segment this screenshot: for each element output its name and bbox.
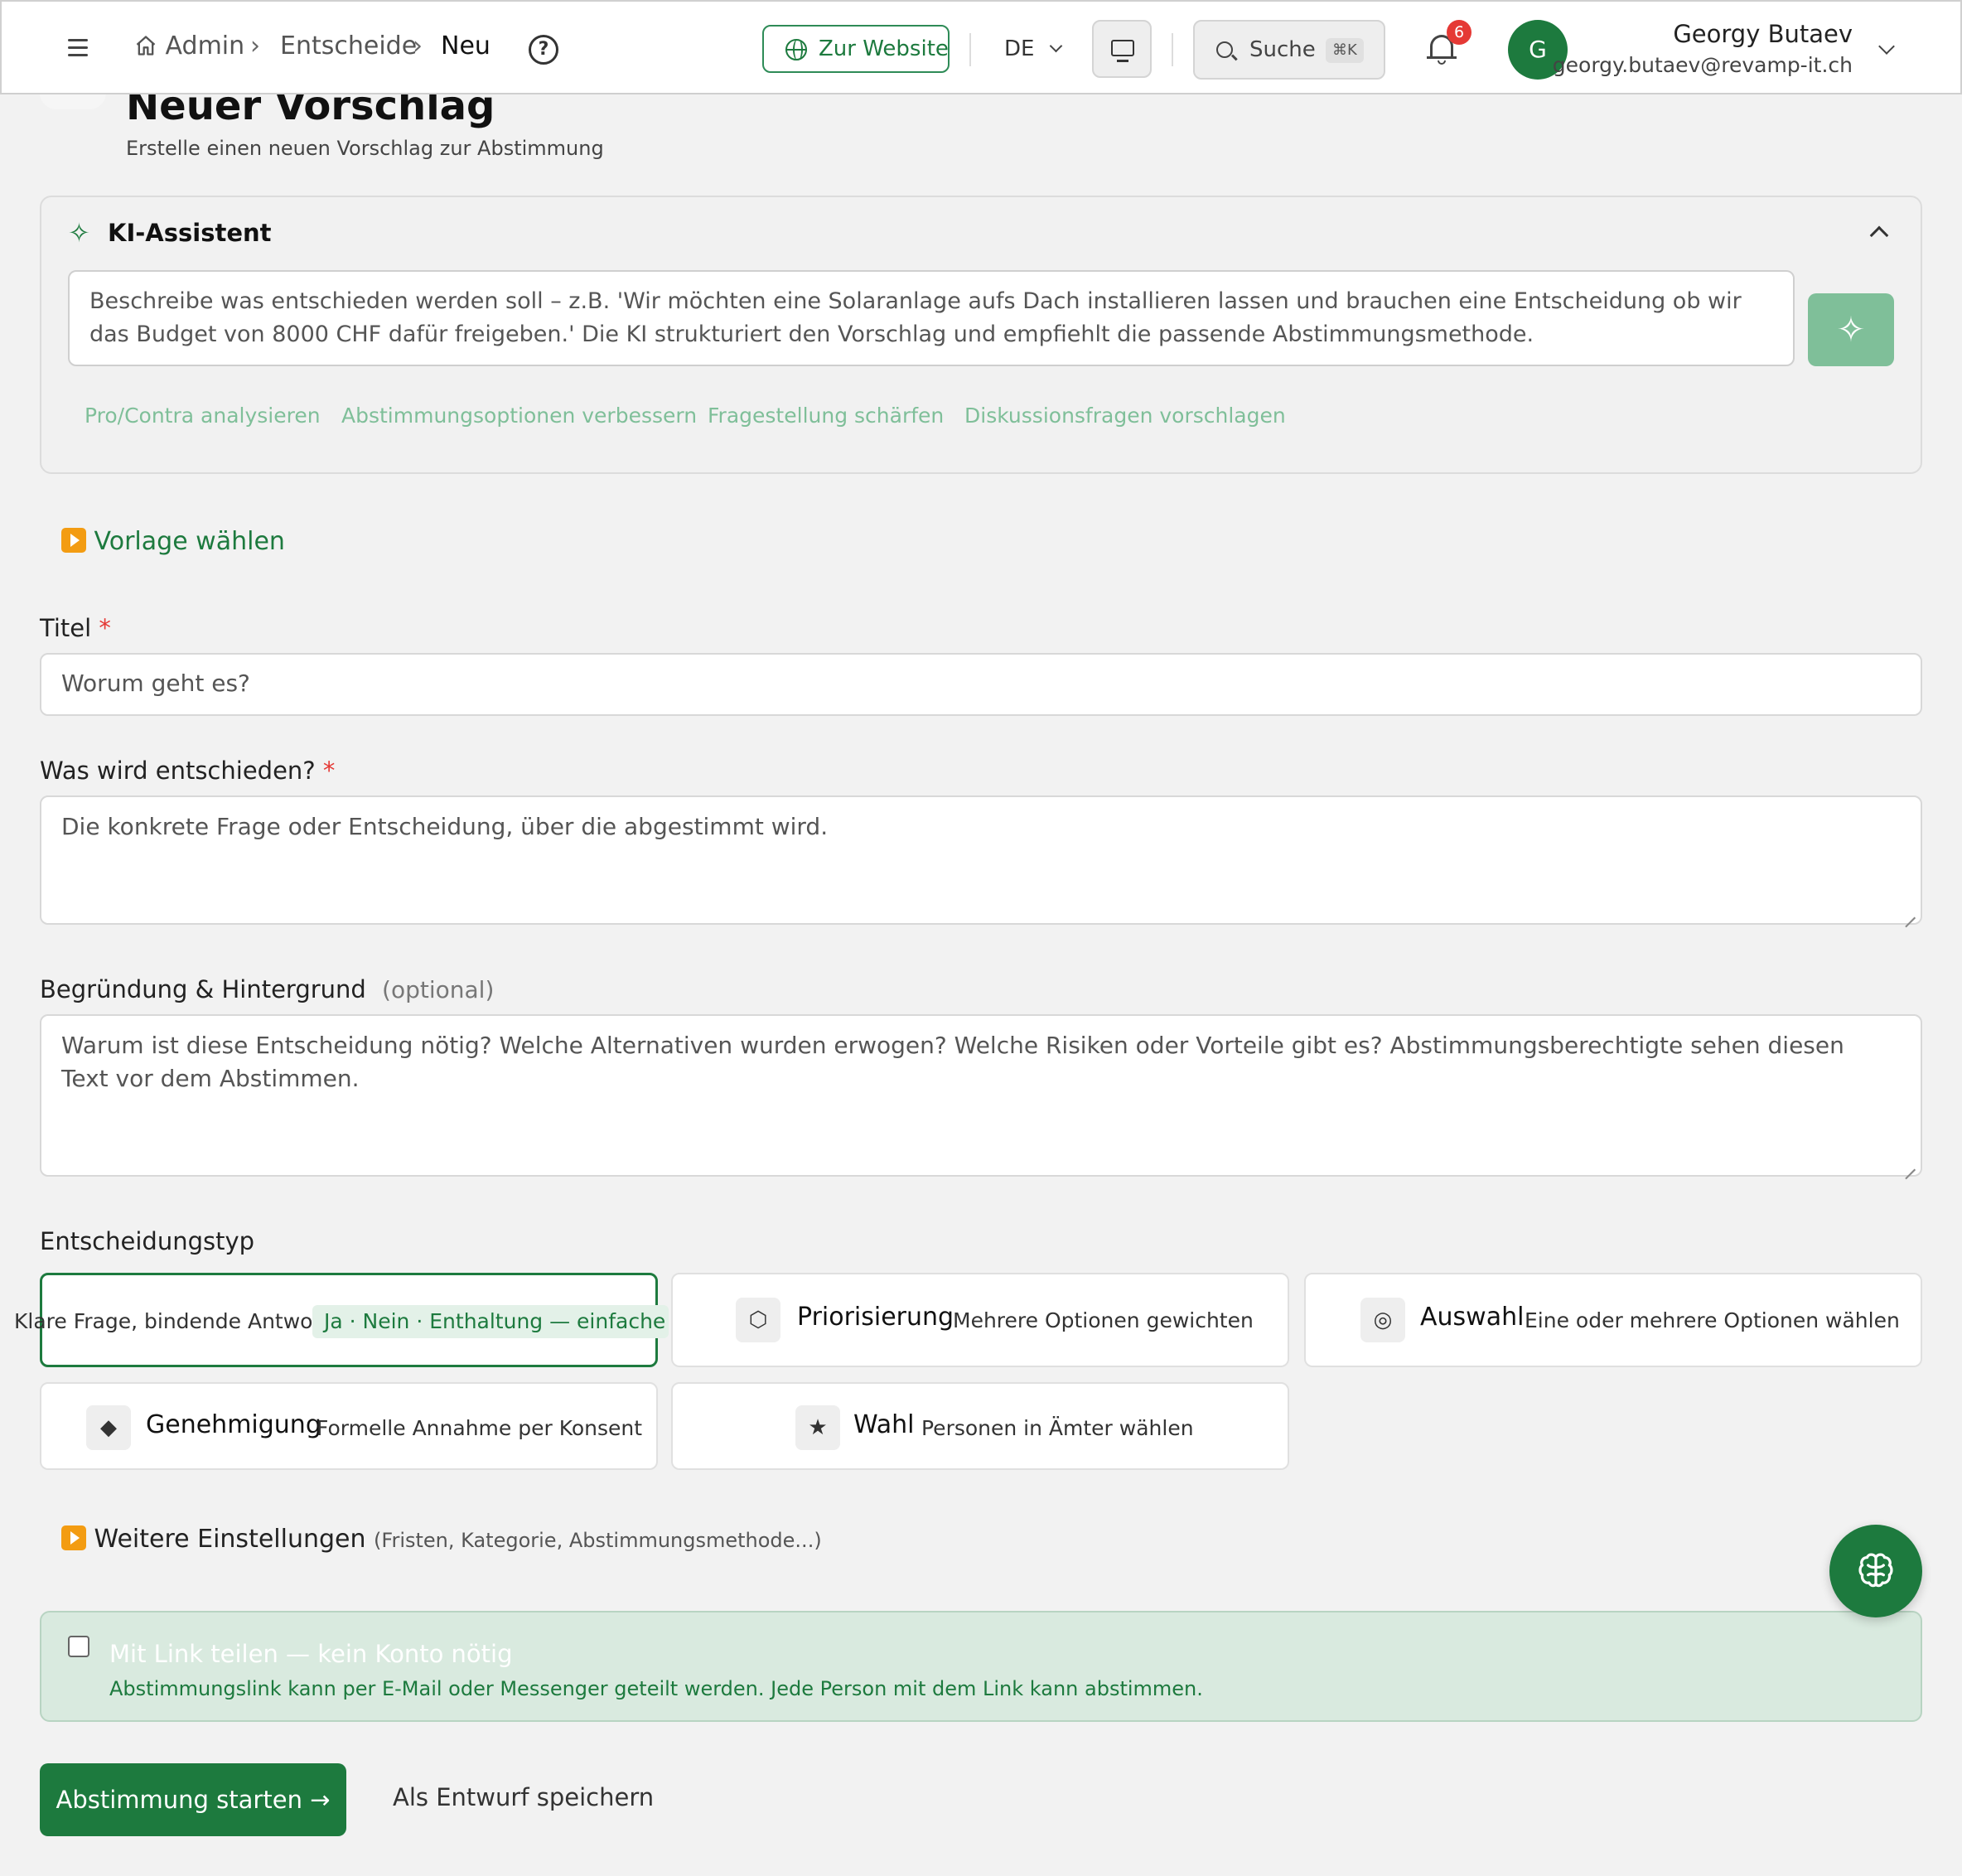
question-label-text: Was wird entschieden? (40, 757, 316, 785)
decision-type-priorisierung[interactable]: ⬡ Priorisierung Mehrere Optionen gewicht… (671, 1273, 1289, 1367)
share-link-checkbox[interactable] (68, 1636, 89, 1657)
title-label-text: Titel (40, 614, 92, 642)
ki-generate-button[interactable]: ✧ (1808, 293, 1894, 366)
question-placeholder: Die konkrete Frage oder Entscheidung, üb… (61, 813, 829, 840)
search-label: Suche (1249, 37, 1316, 62)
decision-type-wahl[interactable]: ★ Wahl Personen in Ämter wählen (671, 1382, 1289, 1470)
decision-type-auswahl[interactable]: ◎ Auswahl Eine oder mehrere Optionen wäh… (1304, 1273, 1922, 1367)
website-button-label: Zur Website (819, 36, 949, 61)
language-select[interactable]: DE (1004, 35, 1062, 63)
question-textarea[interactable]: Die konkrete Frage oder Entscheidung, üb… (40, 795, 1922, 925)
required-mark: * (99, 614, 111, 642)
decision-type-name: Genehmigung (146, 1410, 321, 1439)
start-vote-button[interactable]: Abstimmung starten → (40, 1763, 346, 1836)
search-icon (1216, 41, 1233, 58)
chevron-down-icon (1049, 39, 1062, 53)
home-icon (136, 36, 156, 56)
more-settings-hint: (Fristen, Kategorie, Abstimmungsmethode.… (374, 1529, 822, 1552)
page-subtitle: Erstelle einen neuen Vorschlag zur Absti… (126, 137, 604, 160)
diamond-icon: ◆ (86, 1405, 131, 1450)
search-button[interactable]: Suche ⌘K (1193, 20, 1385, 80)
breadcrumb-current: Neu (441, 31, 490, 60)
decision-type-genehmigung[interactable]: ◆ Genehmigung Formelle Annahme per Konse… (40, 1382, 658, 1470)
decision-type-label: Entscheidungstyp (40, 1227, 255, 1255)
globe-icon (785, 39, 807, 60)
divider (969, 33, 971, 66)
monitor-icon (1111, 40, 1134, 56)
breadcrumb-separator-icon: › (413, 31, 423, 60)
hexagon-icon: ⬡ (736, 1298, 780, 1342)
website-button[interactable]: Zur Website (762, 25, 950, 73)
more-settings-toggle[interactable]: Weitere Einstellungen (Fristen, Kategori… (61, 1523, 822, 1557)
decision-type-desc: Eine oder mehrere Optionen wählen (1525, 1308, 1900, 1332)
chevron-down-icon (1878, 38, 1895, 55)
menu-icon[interactable] (63, 31, 96, 65)
decision-type-tag: Ja · Nein · Enthaltung — einfache Mehrhe… (312, 1305, 669, 1338)
title-label: Titel * (40, 612, 111, 645)
title-input[interactable]: Worum geht es? (40, 653, 1922, 716)
required-mark: * (322, 757, 336, 785)
reason-label-text: Begründung & Hintergrund (40, 975, 366, 1003)
help-icon[interactable]: ? (529, 35, 558, 65)
question-label: Was wird entschieden? * (40, 754, 335, 787)
notification-badge: 6 (1447, 20, 1472, 45)
share-link-desc: Abstimmungslink kann per E-Mail oder Mes… (109, 1677, 1203, 1700)
display-mode-button[interactable] (1092, 20, 1152, 78)
decision-type-desc: Formelle Annahme per Konsent (317, 1416, 643, 1440)
share-link-title: Mit Link teilen — kein Konto nötig (109, 1640, 513, 1668)
target-icon: ◎ (1360, 1298, 1405, 1342)
play-icon (61, 1525, 86, 1550)
sparkle-icon: ✧ (68, 217, 90, 249)
ki-chip-question[interactable]: Fragestellung schärfen (708, 401, 944, 431)
ki-prompt-input[interactable]: Beschreibe was entschieden werden soll –… (68, 270, 1795, 366)
decision-type-desc: Personen in Ämter wählen (921, 1416, 1194, 1440)
decision-type-desc: Klare Frage, bindende Antwort (14, 1309, 330, 1333)
resize-handle-icon[interactable] (1904, 1158, 1916, 1170)
star-icon: ★ (795, 1405, 840, 1450)
ki-assistant-title: KI-Assistent (108, 219, 272, 247)
ai-brain-button[interactable] (1829, 1525, 1922, 1617)
sparkle-icon: ✧ (1836, 309, 1866, 350)
breadcrumb-admin[interactable]: Admin (134, 30, 244, 63)
reason-textarea[interactable]: Warum ist diese Entscheidung nötig? Welc… (40, 1014, 1922, 1177)
play-icon (61, 528, 86, 553)
language-label: DE (1004, 36, 1035, 61)
more-settings-label: Weitere Einstellungen (94, 1525, 366, 1554)
user-name: Georgy Butaev (1673, 20, 1853, 48)
decision-type-name: Priorisierung (797, 1303, 954, 1332)
save-draft-button[interactable]: Als Entwurf speichern (393, 1780, 654, 1815)
decision-type-yes-no[interactable]: Klare Frage, bindende Antwort Ja · Nein … (14, 1273, 669, 1367)
breadcrumb-separator-icon: › (250, 31, 260, 60)
brain-icon (1858, 1553, 1893, 1588)
template-toggle[interactable]: Vorlage wählen (61, 525, 285, 558)
resize-handle-icon[interactable] (1904, 907, 1916, 918)
decision-type-name: Auswahl (1420, 1303, 1525, 1332)
top-header: Admin › Entscheide › Neu ? Zur Website D… (0, 0, 1962, 94)
ki-chip-discussion[interactable]: Diskussionsfragen vorschlagen (964, 401, 1286, 431)
reason-label: Begründung & Hintergrund (optional) (40, 973, 494, 1007)
decision-type-name: Wahl (853, 1410, 915, 1439)
template-label: Vorlage wählen (94, 527, 285, 556)
breadcrumb-label: Admin (165, 31, 245, 60)
user-email: georgy.butaev@revamp-it.ch (1552, 53, 1853, 77)
decision-type-desc: Mehrere Optionen gewichten (953, 1308, 1254, 1332)
search-shortcut: ⌘K (1326, 38, 1364, 63)
breadcrumb-entscheide[interactable]: Entscheide (280, 30, 417, 63)
optional-mark: (optional) (382, 976, 495, 1003)
ki-chip-pro-contra[interactable]: Pro/Contra analysieren (85, 401, 321, 431)
user-menu-toggle[interactable] (1878, 38, 1895, 56)
ki-chip-options[interactable]: Abstimmungsoptionen verbessern (341, 401, 697, 431)
divider (1172, 33, 1173, 66)
reason-placeholder: Warum ist diese Entscheidung nötig? Welc… (61, 1032, 1844, 1092)
